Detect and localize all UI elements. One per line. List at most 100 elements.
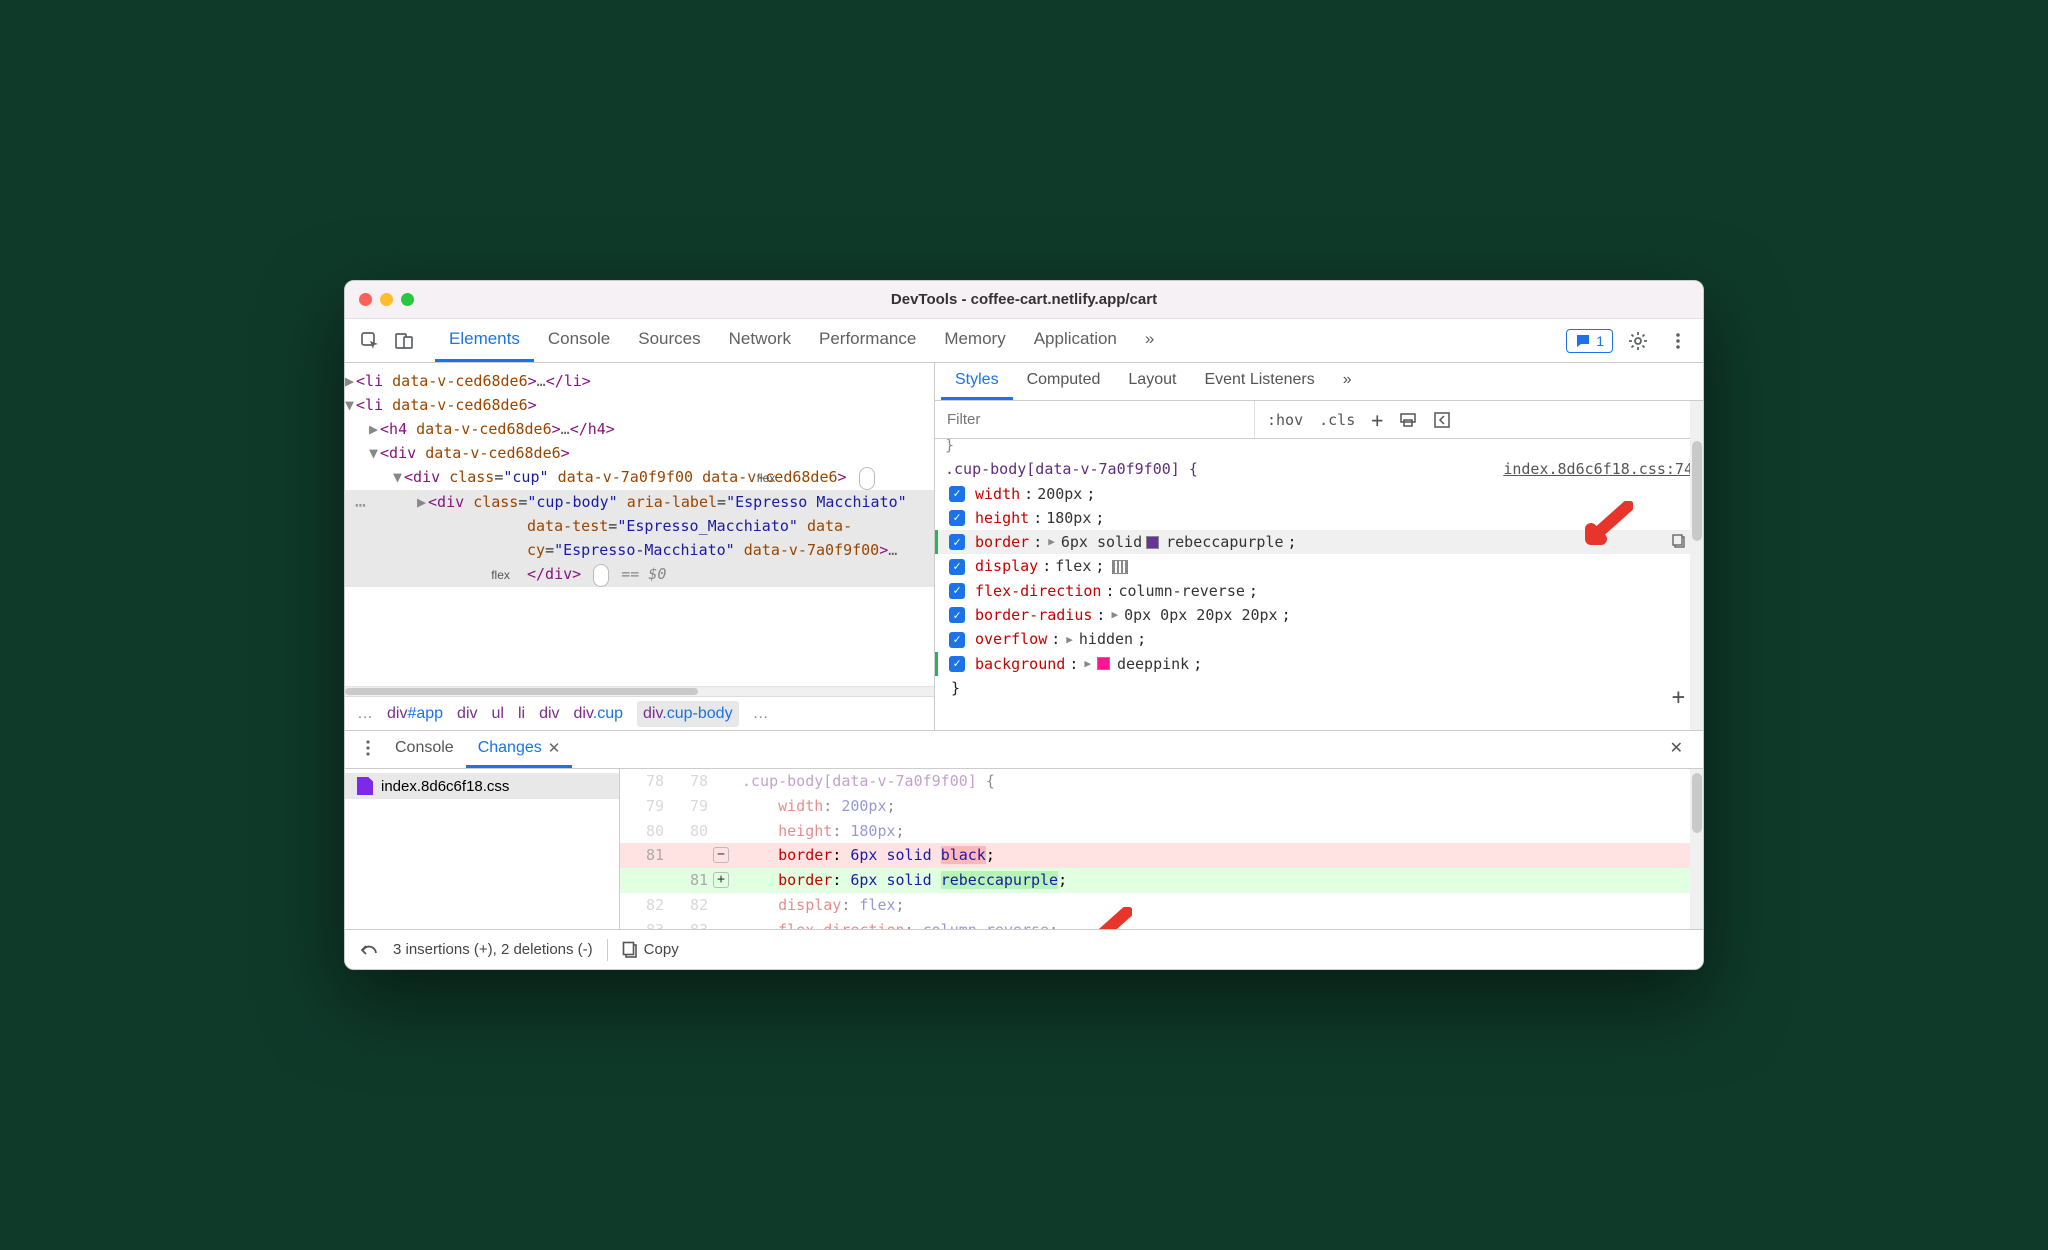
print-media-icon[interactable] — [1395, 411, 1421, 429]
tab-performance[interactable]: Performance — [805, 319, 930, 362]
drawer-kebab-icon[interactable] — [353, 731, 383, 768]
vertical-scrollbar[interactable] — [1690, 769, 1703, 929]
issues-chip[interactable]: 1 — [1566, 329, 1613, 353]
prop-toggle[interactable] — [949, 632, 965, 648]
minimize-window-icon[interactable] — [380, 293, 393, 306]
prop-toggle[interactable] — [949, 656, 965, 672]
crumb-item[interactable]: div — [457, 705, 477, 723]
flex-badge[interactable]: flex — [593, 564, 609, 587]
crumb-item[interactable]: div#app — [387, 705, 443, 723]
styles-filter-input[interactable] — [935, 401, 1255, 438]
cls-button[interactable]: .cls — [1315, 411, 1359, 429]
toggle-css-pane-icon[interactable] — [1429, 411, 1455, 429]
vertical-scrollbar[interactable] — [1690, 401, 1703, 730]
changes-files-pane: index.8d6c6f18.css — [345, 769, 620, 929]
prop-row[interactable]: background:▶deeppink; — [935, 652, 1693, 676]
crumb-item[interactable]: ul — [492, 705, 504, 723]
flex-editor-icon[interactable] — [1112, 560, 1128, 574]
issues-count: 1 — [1596, 333, 1604, 349]
styles-tabs-overflow-icon[interactable]: » — [1329, 363, 1366, 400]
new-style-rule-icon[interactable]: + — [1367, 408, 1387, 432]
drawer-tab-console[interactable]: Console — [383, 731, 466, 768]
dom-node[interactable]: ▼<div data-v-ced68de6> — [345, 441, 934, 465]
dom-tree[interactable]: ▶<li data-v-ced68de6>…</li> ▼<li data-v-… — [345, 363, 934, 686]
devtools-window: DevTools - coffee-cart.netlify.app/cart … — [344, 280, 1704, 970]
titlebar: DevTools - coffee-cart.netlify.app/cart — [345, 281, 1703, 319]
drawer-tabs: Console Changes✕ ✕ — [345, 731, 1703, 769]
prop-toggle[interactable] — [949, 486, 965, 502]
css-file-icon — [357, 777, 373, 795]
dom-node[interactable]: ▶<li data-v-ced68de6>…</li> — [345, 369, 934, 393]
crumb-item[interactable]: div.cup — [574, 705, 624, 723]
crumb-item[interactable]: li — [518, 705, 525, 723]
prop-toggle[interactable] — [949, 607, 965, 623]
copy-icon — [622, 941, 638, 959]
dom-node[interactable]: ▼<li data-v-ced68de6> — [345, 393, 934, 417]
prop-row[interactable]: height: 180px; — [945, 506, 1693, 530]
annotation-arrow-icon — [1583, 501, 1633, 551]
drawer: Console Changes✕ ✕ index.8d6c6f18.css 78… — [345, 731, 1703, 969]
changes-summary: 3 insertions (+), 2 deletions (-) — [393, 941, 593, 958]
close-window-icon[interactable] — [359, 293, 372, 306]
prop-row[interactable]: overflow:▶hidden; — [945, 627, 1693, 651]
drawer-tab-changes[interactable]: Changes✕ — [466, 731, 573, 768]
tabs-overflow-icon[interactable]: » — [1131, 319, 1168, 362]
changes-footer: 3 insertions (+), 2 deletions (-) Copy — [345, 929, 1703, 969]
color-swatch-icon[interactable] — [1146, 536, 1159, 549]
diff-line-added: 81+ border: 6px solid rebeccapurple; — [620, 868, 1703, 893]
styles-tab-layout[interactable]: Layout — [1114, 363, 1190, 400]
prop-row[interactable]: width: 200px; — [945, 482, 1693, 506]
kebab-icon[interactable] — [1663, 326, 1693, 356]
prop-row[interactable]: display: flex; — [945, 554, 1693, 578]
main-toolbar: Elements Console Sources Network Perform… — [345, 319, 1703, 363]
styles-tab-computed[interactable]: Computed — [1013, 363, 1115, 400]
dom-node-selected[interactable]: ▶<div class="cup-body" aria-label="Espre… — [345, 490, 934, 587]
copy-changes-button[interactable]: Copy — [622, 941, 679, 959]
flex-badge[interactable]: flex — [859, 467, 875, 490]
prop-toggle[interactable] — [949, 583, 965, 599]
prop-toggle[interactable] — [949, 534, 965, 550]
prop-row[interactable]: flex-direction: column-reverse; — [945, 579, 1693, 603]
maximize-window-icon[interactable] — [401, 293, 414, 306]
tab-memory[interactable]: Memory — [930, 319, 1019, 362]
copy-prop-icon[interactable] — [1671, 533, 1687, 549]
styles-tabs: Styles Computed Layout Event Listeners » — [935, 363, 1703, 401]
traffic-lights — [359, 293, 414, 306]
diff-pane[interactable]: 7878.cup-body[data-v-7a0f9f00] { 7979 wi… — [620, 769, 1703, 929]
breadcrumb: … div#app div ul li div div.cup div.cup-… — [345, 696, 934, 730]
styles-tab-eventlisteners[interactable]: Event Listeners — [1190, 363, 1328, 400]
dom-node[interactable]: ▼<div class="cup" data-v-7a0f9f00 data-v… — [345, 465, 934, 490]
diff-line-removed: 81− border: 6px solid black; — [620, 843, 1703, 868]
prop-row[interactable]: border-radius:▶0px 0px 20px 20px; — [945, 603, 1693, 627]
crumb-item-selected[interactable]: div.cup-body — [637, 701, 739, 727]
tab-console[interactable]: Console — [534, 319, 624, 362]
window-title: DevTools - coffee-cart.netlify.app/cart — [345, 291, 1703, 308]
styles-toolbar: :hov .cls + — [935, 401, 1703, 439]
prop-toggle[interactable] — [949, 559, 965, 575]
inspect-icon[interactable] — [355, 326, 385, 356]
crumb-item[interactable]: div — [539, 705, 559, 723]
add-rule-icon[interactable]: + — [1672, 680, 1685, 716]
color-swatch-icon[interactable] — [1097, 657, 1110, 670]
close-drawer-icon[interactable]: ✕ — [1658, 731, 1695, 768]
tab-application[interactable]: Application — [1020, 319, 1131, 362]
prop-toggle[interactable] — [949, 510, 965, 526]
device-toggle-icon[interactable] — [389, 326, 419, 356]
node-actions-icon[interactable]: ⋯ — [355, 492, 366, 521]
tab-sources[interactable]: Sources — [624, 319, 714, 362]
rule-selector-row: .cup-body[data-v-7a0f9f00] { index.8d6c6… — [945, 457, 1693, 481]
undo-icon[interactable] — [359, 941, 379, 959]
styles-tab-styles[interactable]: Styles — [941, 363, 1013, 400]
source-link[interactable]: index.8d6c6f18.css:74 — [1503, 457, 1693, 481]
settings-icon[interactable] — [1623, 326, 1653, 356]
elements-pane: ▶<li data-v-ced68de6>…</li> ▼<li data-v-… — [345, 363, 935, 730]
close-tab-icon[interactable]: ✕ — [548, 739, 561, 757]
tab-network[interactable]: Network — [715, 319, 805, 362]
styles-rules[interactable]: } .cup-body[data-v-7a0f9f00] { index.8d6… — [935, 439, 1703, 730]
dom-node[interactable]: ▶<h4 data-v-ced68de6>…</h4> — [345, 417, 934, 441]
tab-elements[interactable]: Elements — [435, 319, 534, 362]
horizontal-scrollbar[interactable] — [345, 686, 934, 696]
prop-row-border[interactable]: border:▶6px solid rebeccapurple; — [935, 530, 1693, 554]
hov-button[interactable]: :hov — [1263, 411, 1307, 429]
changed-file-item[interactable]: index.8d6c6f18.css — [345, 773, 619, 799]
